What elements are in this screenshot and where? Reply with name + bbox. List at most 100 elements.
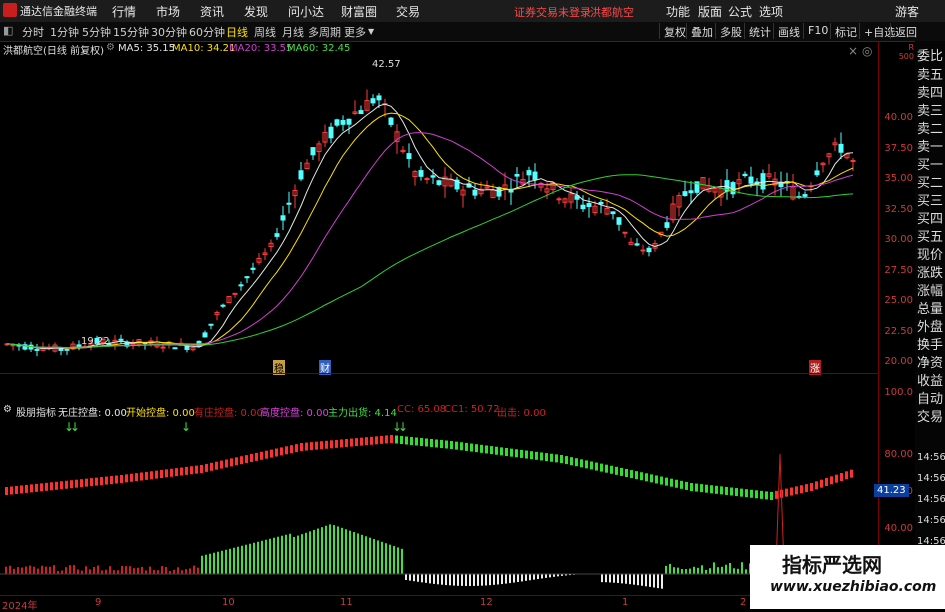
panel-bid1[interactable]: 买一: [917, 154, 943, 173]
panel-turnover[interactable]: 换手: [917, 334, 943, 353]
current-value-badge: 41.23: [874, 484, 909, 497]
candle-body: [665, 223, 669, 228]
panel-trade[interactable]: 交易: [917, 406, 943, 425]
menu-ask[interactable]: 问小达: [288, 3, 324, 20]
menu-news[interactable]: 资讯: [200, 3, 224, 20]
histogram-bar: [129, 566, 131, 574]
trend-bar: [315, 442, 318, 450]
login-notice[interactable]: 证券交易未登录: [514, 4, 591, 20]
menu-layout[interactable]: 版面: [698, 3, 722, 20]
ma60-line: [7, 175, 853, 348]
trend-bar: [605, 465, 608, 473]
down-arrow-icon: ↓: [398, 420, 408, 434]
panel-outer[interactable]: 外盘: [917, 316, 943, 335]
tool-overlay[interactable]: 叠加: [686, 23, 717, 39]
candle-body: [431, 176, 435, 177]
tool-back[interactable]: 返回: [890, 23, 921, 39]
trend-bar: [565, 456, 568, 464]
tool-draw[interactable]: 画线: [773, 23, 804, 39]
period-60min[interactable]: 60分钟: [189, 24, 225, 40]
menu-wealth[interactable]: 财富圈: [341, 3, 377, 20]
panel-auto[interactable]: 自动: [917, 388, 943, 407]
panel-bid2[interactable]: 买二: [917, 172, 943, 191]
tool-mark[interactable]: 标记: [830, 23, 861, 39]
chevron-down-icon[interactable]: ▼: [368, 27, 374, 36]
trend-bar: [845, 471, 848, 479]
period-1min[interactable]: 1分钟: [50, 24, 79, 40]
trend-bar: [440, 440, 443, 448]
panel-volume[interactable]: 总量: [917, 298, 943, 317]
panel-net-asset[interactable]: 净资: [917, 352, 943, 371]
panel-ask5[interactable]: 卖五: [917, 64, 943, 83]
panel-bid5[interactable]: 买五: [917, 226, 943, 245]
candle-body: [161, 347, 165, 348]
period-multi[interactable]: 多周期: [308, 24, 341, 40]
menu-market[interactable]: 市场: [156, 3, 180, 20]
histogram-bar: [725, 565, 727, 574]
histogram-bar: [113, 570, 115, 574]
tool-multi-stock[interactable]: 多股: [715, 23, 746, 39]
candle-body: [221, 305, 225, 306]
histogram-bar: [9, 566, 11, 574]
trend-bar: [125, 474, 128, 482]
period-weekly[interactable]: 周线: [254, 24, 276, 40]
histogram-bar: [233, 548, 235, 574]
expand-icon[interactable]: ◎: [862, 44, 872, 58]
ma5-label: MA5: 35.15: [118, 43, 175, 54]
histogram-bar: [745, 569, 747, 574]
menu-formula[interactable]: 公式: [728, 3, 752, 20]
trend-bar: [485, 445, 488, 453]
trend-bar: [140, 473, 143, 481]
close-icon[interactable]: ×: [848, 44, 858, 58]
histogram-bar: [393, 546, 395, 574]
histogram-bar: [213, 553, 215, 574]
histogram-bar: [145, 570, 147, 574]
menu-discover[interactable]: 发现: [244, 3, 268, 20]
panel-ask1[interactable]: 卖一: [917, 136, 943, 155]
menu-function[interactable]: 功能: [666, 3, 690, 20]
period-more[interactable]: 更多: [344, 24, 366, 40]
histogram-bar: [297, 536, 299, 574]
panel-price[interactable]: 现价: [917, 244, 943, 263]
trend-bar: [35, 484, 38, 492]
trend-bar: [330, 440, 333, 448]
menu-quotes[interactable]: 行情: [112, 3, 136, 20]
period-monthly[interactable]: 月线: [282, 24, 304, 40]
trend-bar: [625, 469, 628, 477]
histogram-bar: [253, 543, 255, 574]
guest-label[interactable]: 游客: [895, 3, 919, 20]
tool-stats[interactable]: 统计: [744, 23, 775, 39]
period-5min[interactable]: 5分钟: [82, 24, 111, 40]
price-tick: 25.00: [884, 295, 913, 306]
menu-trade[interactable]: 交易: [396, 3, 420, 20]
tool-f10[interactable]: F10: [803, 23, 832, 39]
panel-weibi[interactable]: 委比: [917, 45, 943, 64]
period-15min[interactable]: 15分钟: [113, 24, 149, 40]
panel-ask3[interactable]: 卖三: [917, 100, 943, 119]
histogram-bar: [101, 570, 103, 574]
gear-icon[interactable]: ⚙: [106, 42, 115, 53]
panel-ask2[interactable]: 卖二: [917, 118, 943, 137]
period-daily[interactable]: 日线: [226, 24, 248, 40]
menu-toggle-icon[interactable]: ◧: [3, 24, 13, 37]
period-30min[interactable]: 30分钟: [151, 24, 187, 40]
panel-bid4[interactable]: 买四: [917, 208, 943, 227]
trend-bar: [425, 439, 428, 447]
panel-earnings[interactable]: 收益: [917, 370, 943, 389]
trend-bar: [400, 436, 403, 444]
panel-change-pct[interactable]: 涨幅: [917, 280, 943, 299]
trend-bar: [475, 444, 478, 452]
menu-options[interactable]: 选项: [759, 3, 783, 20]
kline-chart[interactable]: [0, 41, 878, 373]
histogram-bar: [657, 574, 659, 588]
panel-change[interactable]: 涨跌: [917, 262, 943, 281]
trend-bar: [645, 473, 648, 481]
price-tick: 32.50: [884, 204, 913, 215]
indicator-chart[interactable]: ↓↓↓↓↓: [0, 399, 878, 595]
period-timeshare[interactable]: 分时: [22, 24, 44, 40]
candle-body: [119, 339, 123, 340]
panel-bid3[interactable]: 买三: [917, 190, 943, 209]
histogram-bar: [517, 574, 519, 582]
panel-ask4[interactable]: 卖四: [917, 82, 943, 101]
histogram-bar: [317, 529, 319, 574]
